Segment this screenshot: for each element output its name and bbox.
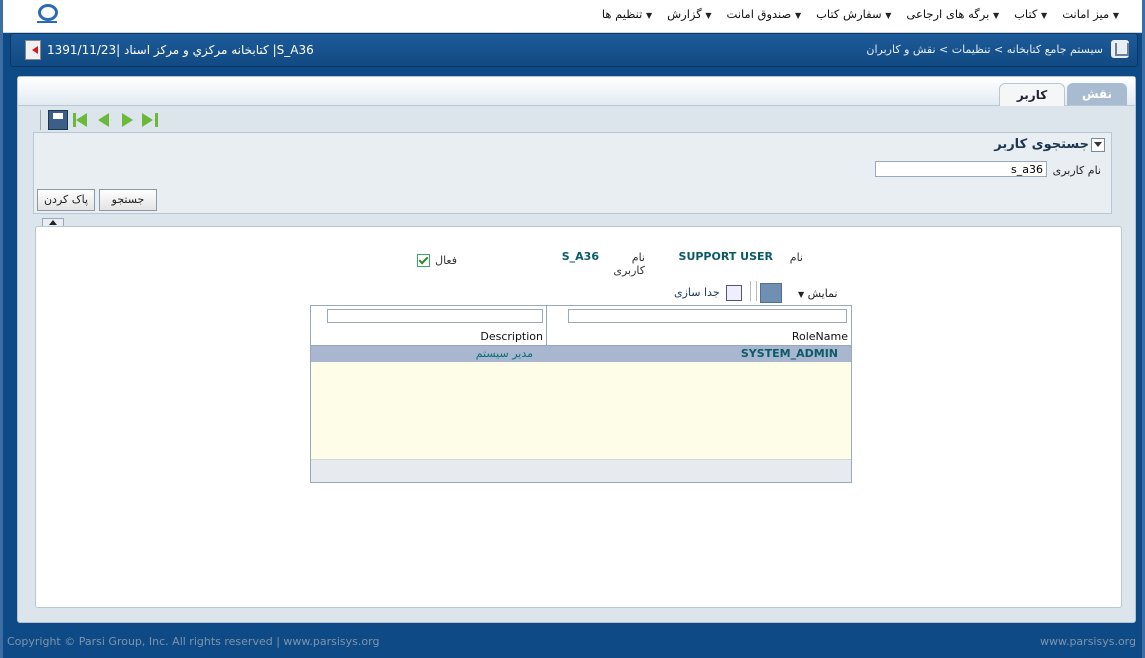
first-record-icon[interactable] bbox=[71, 110, 91, 130]
column-header-rolename[interactable]: RoleName bbox=[547, 328, 851, 345]
previous-record-icon[interactable] bbox=[94, 110, 114, 130]
next-record-icon[interactable] bbox=[117, 110, 137, 130]
app-logo-icon bbox=[35, 3, 58, 25]
chevron-down-icon: ▼ bbox=[885, 11, 892, 20]
chevron-down-icon: ▼ bbox=[1041, 11, 1048, 20]
username-search-input[interactable] bbox=[875, 161, 1047, 177]
user-username-label: نام کاربری bbox=[613, 251, 645, 277]
user-search-panel: جستجوی کاربر نام کاربری bbox=[33, 132, 1112, 214]
cell-rolename: SYSTEM_ADMIN bbox=[740, 347, 838, 360]
detach-button[interactable]: جدا سازی bbox=[674, 286, 720, 299]
user-username-value: S_A36 bbox=[561, 250, 599, 263]
active-checkbox[interactable] bbox=[417, 254, 430, 267]
chevron-down-icon: ▼ bbox=[992, 11, 1000, 20]
clear-button[interactable]: پاک کردن bbox=[37, 189, 95, 211]
collapse-toggle-icon[interactable] bbox=[1091, 138, 1105, 152]
title-bar: 1391/11/23| کتابخانه مرکزي و مرکز اسناد … bbox=[10, 33, 1138, 67]
user-name-label: نام bbox=[789, 251, 803, 264]
username-label: نام کاربری bbox=[1052, 164, 1101, 177]
search-button[interactable]: جستجو bbox=[99, 189, 157, 211]
module-icon bbox=[1111, 40, 1129, 58]
site-link[interactable]: www.parsisys.org bbox=[1040, 635, 1136, 648]
top-menubar: میز امانت ▼ کتاب ▼ برگه های ارجاعی ▼ سفا… bbox=[3, 0, 1142, 33]
chevron-down-icon: ▼ bbox=[794, 11, 802, 20]
tab-user[interactable]: کاربر bbox=[999, 83, 1065, 106]
menu-item-book[interactable]: کتاب ▼ bbox=[1008, 7, 1056, 21]
footer: Copyright © Parsi Group, Inc. All rights… bbox=[3, 631, 1142, 653]
menu-item-settings[interactable]: تنظیم ها ▼ bbox=[596, 7, 661, 21]
table-footer bbox=[311, 459, 851, 482]
caret-down-icon: ▼ bbox=[798, 290, 805, 299]
last-record-icon[interactable] bbox=[140, 110, 160, 130]
column-header-description[interactable]: Description bbox=[311, 328, 546, 345]
menu-item-referral-forms[interactable]: برگه های ارجاعی ▼ bbox=[900, 7, 1008, 21]
chevron-down-icon: ▼ bbox=[705, 11, 712, 20]
session-info: 1391/11/23| کتابخانه مرکزي و مرکز اسناد … bbox=[47, 43, 314, 57]
chevron-down-icon: ▼ bbox=[1112, 11, 1119, 20]
roles-table: Description RoleName مدیر سیستم SYSTEM_A… bbox=[310, 305, 852, 483]
main-panel: نقش کاربر جستجوی کاربر نام کاربری پاک کر… bbox=[17, 76, 1136, 623]
logout-icon[interactable] bbox=[25, 40, 41, 60]
record-toolbar bbox=[40, 110, 160, 130]
search-panel-title: جستجوی کاربر bbox=[994, 137, 1089, 152]
active-label: فعال bbox=[435, 254, 457, 267]
rolename-filter-input[interactable] bbox=[568, 309, 847, 323]
window-border-left bbox=[0, 0, 3, 658]
description-filter-input[interactable] bbox=[327, 309, 543, 323]
view-menu[interactable]: ▼ نمایش bbox=[798, 287, 838, 300]
table-header: Description RoleName bbox=[311, 328, 851, 346]
user-name-value: SUPPORT USER bbox=[678, 250, 773, 263]
copyright-text: Copyright © Parsi Group, Inc. All rights… bbox=[7, 635, 380, 648]
menu-item-circulation-desk[interactable]: میز امانت ▼ bbox=[1056, 7, 1128, 21]
menu-item-loan-box[interactable]: صندوق امانت ▼ bbox=[721, 7, 811, 21]
toolbar-separator bbox=[40, 110, 41, 130]
table-filter-row bbox=[311, 306, 851, 329]
menu-item-report[interactable]: گزارش ▼ bbox=[661, 7, 720, 21]
detach-icon[interactable] bbox=[726, 285, 742, 301]
view-toggle-icon[interactable] bbox=[760, 283, 782, 303]
tab-strip: نقش کاربر bbox=[18, 77, 1135, 106]
results-panel: نام SUPPORT USER نام کاربری S_A36 فعال ▼… bbox=[35, 226, 1122, 608]
cell-description: مدیر سیستم bbox=[475, 347, 533, 360]
save-icon[interactable] bbox=[48, 110, 68, 130]
menu-item-book-order[interactable]: سفارش کتاب ▼ bbox=[810, 7, 900, 21]
breadcrumb: سیستم جامع کتابخانه > تنظیمات > نقش و کا… bbox=[866, 43, 1103, 56]
toolbar-divider bbox=[750, 281, 751, 301]
main-menu: میز امانت ▼ کتاب ▼ برگه های ارجاعی ▼ سفا… bbox=[596, 7, 1128, 21]
tab-role[interactable]: نقش bbox=[1067, 83, 1127, 105]
table-row[interactable]: مدیر سیستم SYSTEM_ADMIN bbox=[311, 346, 851, 362]
chevron-down-icon: ▼ bbox=[645, 11, 653, 20]
